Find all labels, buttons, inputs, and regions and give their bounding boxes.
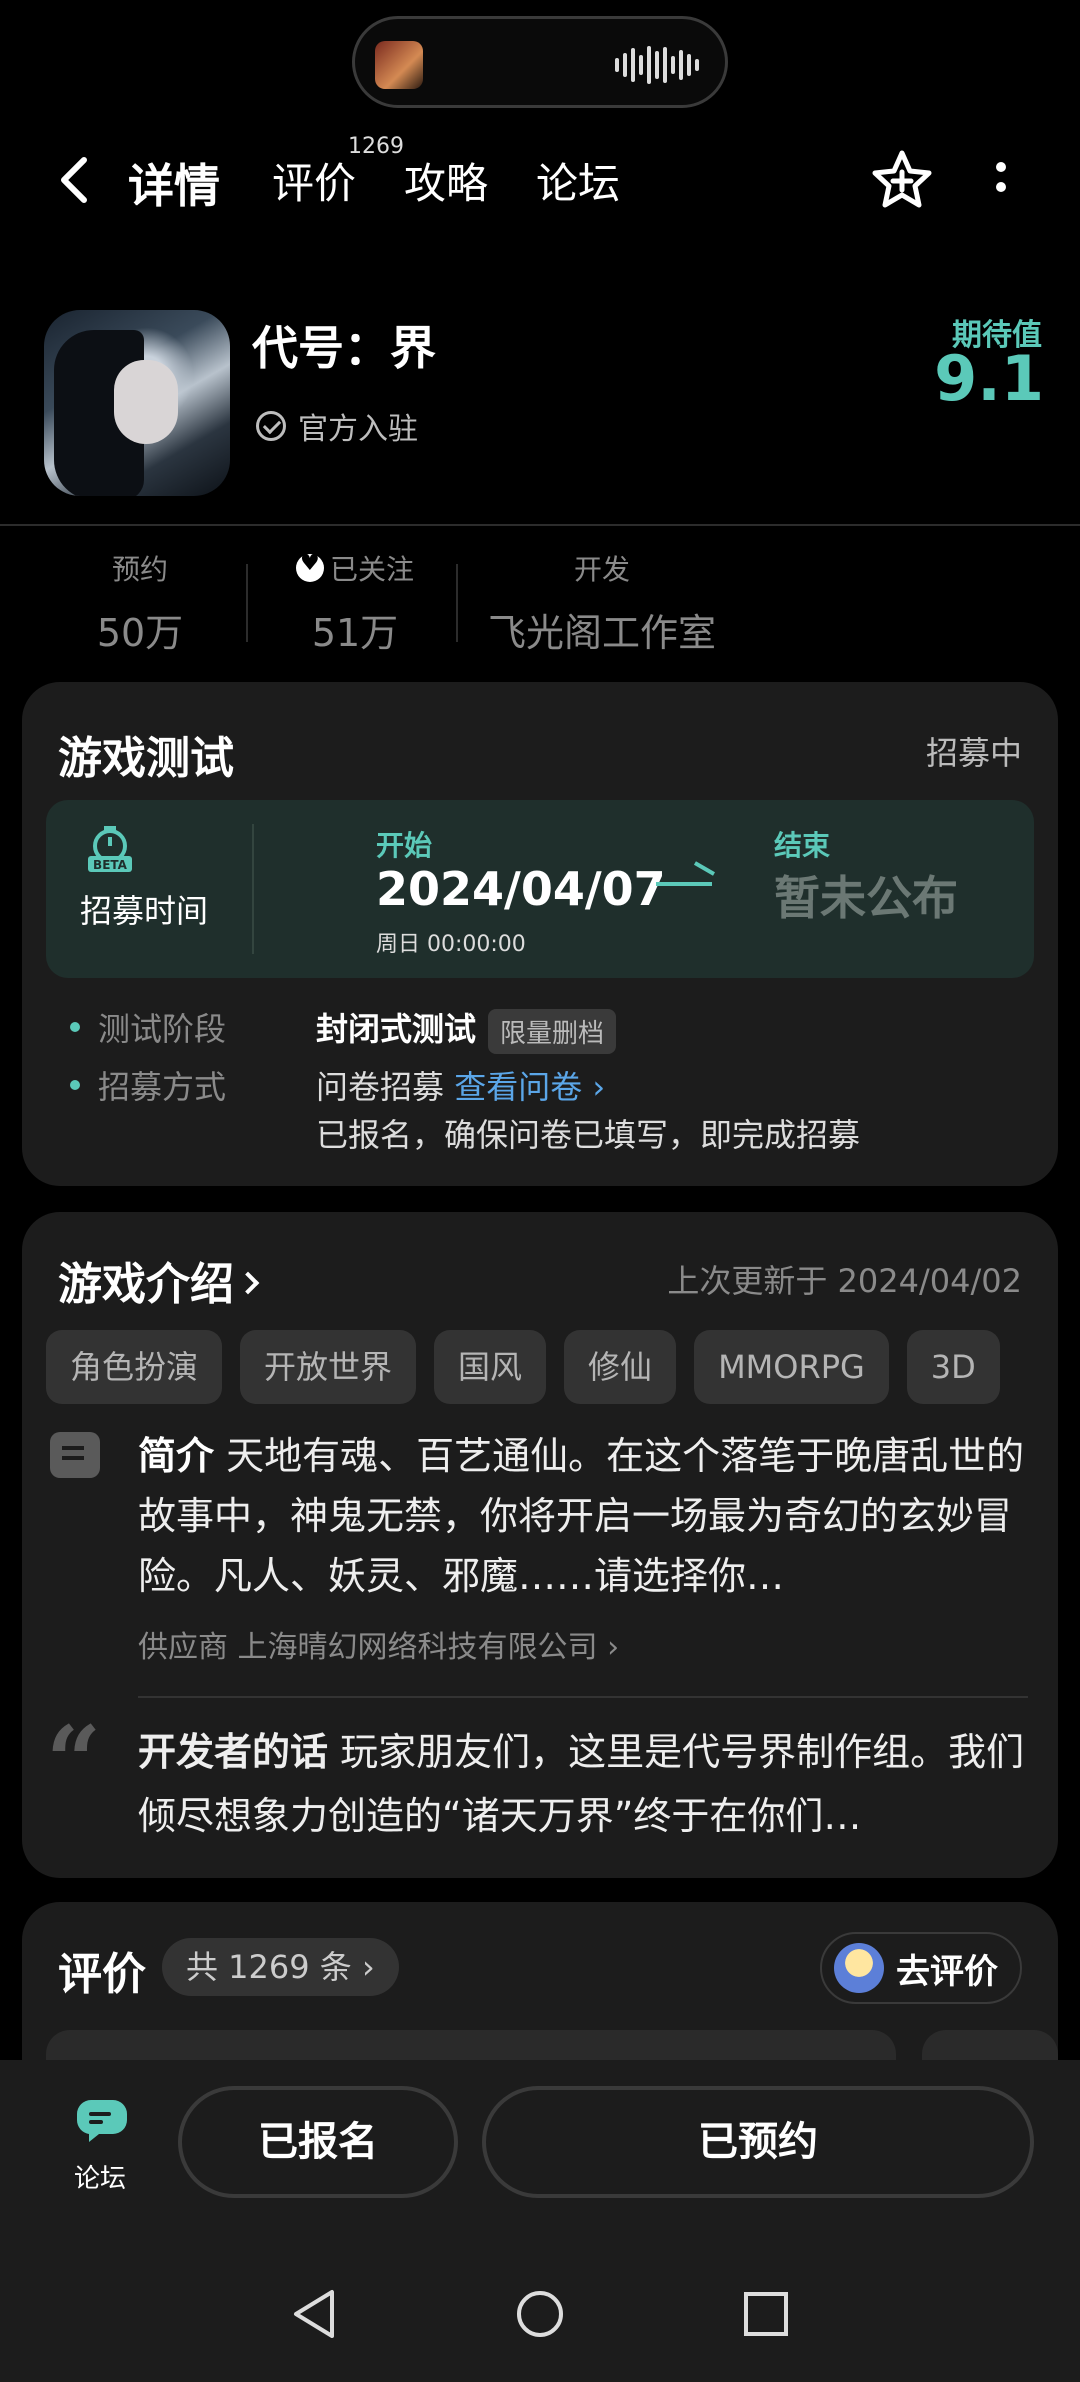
recruit-method-label: 招募方式 [70,1062,226,1108]
app-thumbnail-icon [375,41,423,89]
heart-icon [295,551,324,582]
game-test-title: 游戏测试 [58,733,234,784]
recruit-note: 已报名，确保问卷已填写，即完成招募 [316,1116,861,1154]
last-updated: 上次更新于 2024/04/02 [667,1262,1022,1300]
recruit-time-label: 招募时间 [80,892,209,930]
review-count-badge: 1269 [348,134,404,159]
nav-recents-icon[interactable] [742,2288,790,2340]
dynamic-island [352,16,728,108]
forum-chat-icon [76,2100,127,2142]
official-verified: 官方入驻 [256,404,418,448]
bullet-dot-icon [70,1080,80,1090]
summary-text[interactable]: 简介 天地有魂、百艺通仙。在这个落笔于晚唐乱世的故事中，神鬼无禁，你将开启一场最… [138,1426,1028,1606]
stat-followers-label: 已关注 [329,553,414,586]
chevron-right-icon [236,1271,260,1295]
start-label: 开始 [376,829,433,862]
tab-details-label: 详情 [128,159,220,213]
view-questionnaire-link[interactable]: 查看问卷 › [454,1068,605,1106]
beta-timer-icon: BETA [88,826,132,872]
reserved-button[interactable]: 已预约 [482,2086,1034,2198]
nav-home-icon[interactable] [514,2288,566,2340]
supplier-link[interactable]: 供应商 上海晴幻网络科技有限公司 › [138,1622,619,1666]
tag-chip[interactable]: 修仙 [564,1330,677,1404]
stat-reservations-label: 预约 [111,553,168,586]
signed-up-button[interactable]: 已报名 [178,2086,458,2198]
tab-guides[interactable]: 攻略 [404,150,488,211]
tag-list: 角色扮演 开放世界 国风 修仙 MMORPG 3D [46,1330,1000,1404]
end-label: 结束 [774,829,831,862]
arrow-right-icon [656,882,712,886]
beta-badge-text: BETA [93,858,128,872]
add-favorite-star-icon[interactable] [870,148,934,212]
game-title: 代号：界 [252,321,436,375]
avatar [834,1943,884,1993]
quote-icon: “ [46,1705,102,1818]
divider [252,824,254,954]
tab-reviews[interactable]: 评价 [272,150,356,211]
stat-developer-label: 开发 [573,553,630,586]
start-time: 周日 00:00:00 [376,932,526,957]
forum-button[interactable]: 论坛 [60,2094,140,2195]
stat-developer[interactable]: 开发 飞光阁工作室 [470,548,734,657]
stat-followers-value: 51万 [311,611,399,655]
verified-check-icon [256,411,286,441]
tag-chip[interactable]: 角色扮演 [46,1330,223,1404]
test-stage-value: 封闭式测试 限量删档 [316,1004,617,1054]
forum-label: 论坛 [73,2164,126,2194]
summary-doc-icon [50,1432,100,1478]
go-review-label: 去评价 [896,1951,998,1992]
back-arrow-icon[interactable] [52,152,96,208]
more-options-icon[interactable] [986,152,1016,208]
tag-chip[interactable]: 3D [906,1330,1000,1404]
tab-forum[interactable]: 论坛 [536,150,620,211]
bullet-dot-icon [70,1022,80,1032]
game-icon [44,310,230,496]
stat-reservations-value: 50万 [96,611,184,655]
official-label: 官方入驻 [298,412,418,447]
game-intro-card[interactable]: 游戏介绍 上次更新于 2024/04/02 角色扮演 开放世界 国风 修仙 MM… [22,1212,1058,1878]
tag-chip[interactable]: 开放世界 [240,1330,417,1404]
start-date: 2024/04/07 [376,862,666,916]
end-value: 暂未公布 [774,871,958,925]
review-count-button[interactable]: 共 1269 条 › [162,1938,399,1996]
recruit-method-value: 问卷招募 查看问卷 › [316,1068,606,1106]
nav-back-icon[interactable] [290,2288,340,2340]
divider [138,1696,1028,1698]
stat-divider [456,564,458,642]
recruit-status: 招募中 [925,734,1022,772]
stat-followers[interactable]: 已关注 51万 [280,548,430,657]
review-title: 评价 [58,1949,146,2000]
tag-chip[interactable]: MMORPG [694,1330,889,1404]
top-navigation: 详情 评价 1269 攻略 论坛 [0,130,1080,230]
tab-details[interactable]: 详情 [126,150,222,216]
limited-delete-chip: 限量删档 [488,1008,617,1054]
go-review-button[interactable]: 去评价 [820,1932,1022,2004]
stat-divider [246,564,248,642]
game-test-card[interactable]: 游戏测试 招募中 BETA 招募时间 开始 2024/04/07 周日 00:0… [22,682,1058,1186]
stat-developer-value: 飞光阁工作室 [487,611,716,655]
game-intro-title[interactable]: 游戏介绍 [58,1248,260,1312]
test-stage-label: 测试阶段 [70,1004,226,1050]
tag-chip[interactable]: 国风 [434,1330,547,1404]
divider [0,524,1080,526]
recruit-time-box: BETA 招募时间 开始 2024/04/07 周日 00:00:00 结束 暂… [46,800,1034,978]
developer-words[interactable]: 开发者的话 玩家朋友们，这里是代号界制作组。我们倾尽想象力创造的“诸天万界”终于… [138,1720,1028,1848]
stat-reservations[interactable]: 预约 50万 [80,548,200,657]
expectation-score: 9.1 [934,342,1044,415]
audio-wave-icon [615,45,699,85]
